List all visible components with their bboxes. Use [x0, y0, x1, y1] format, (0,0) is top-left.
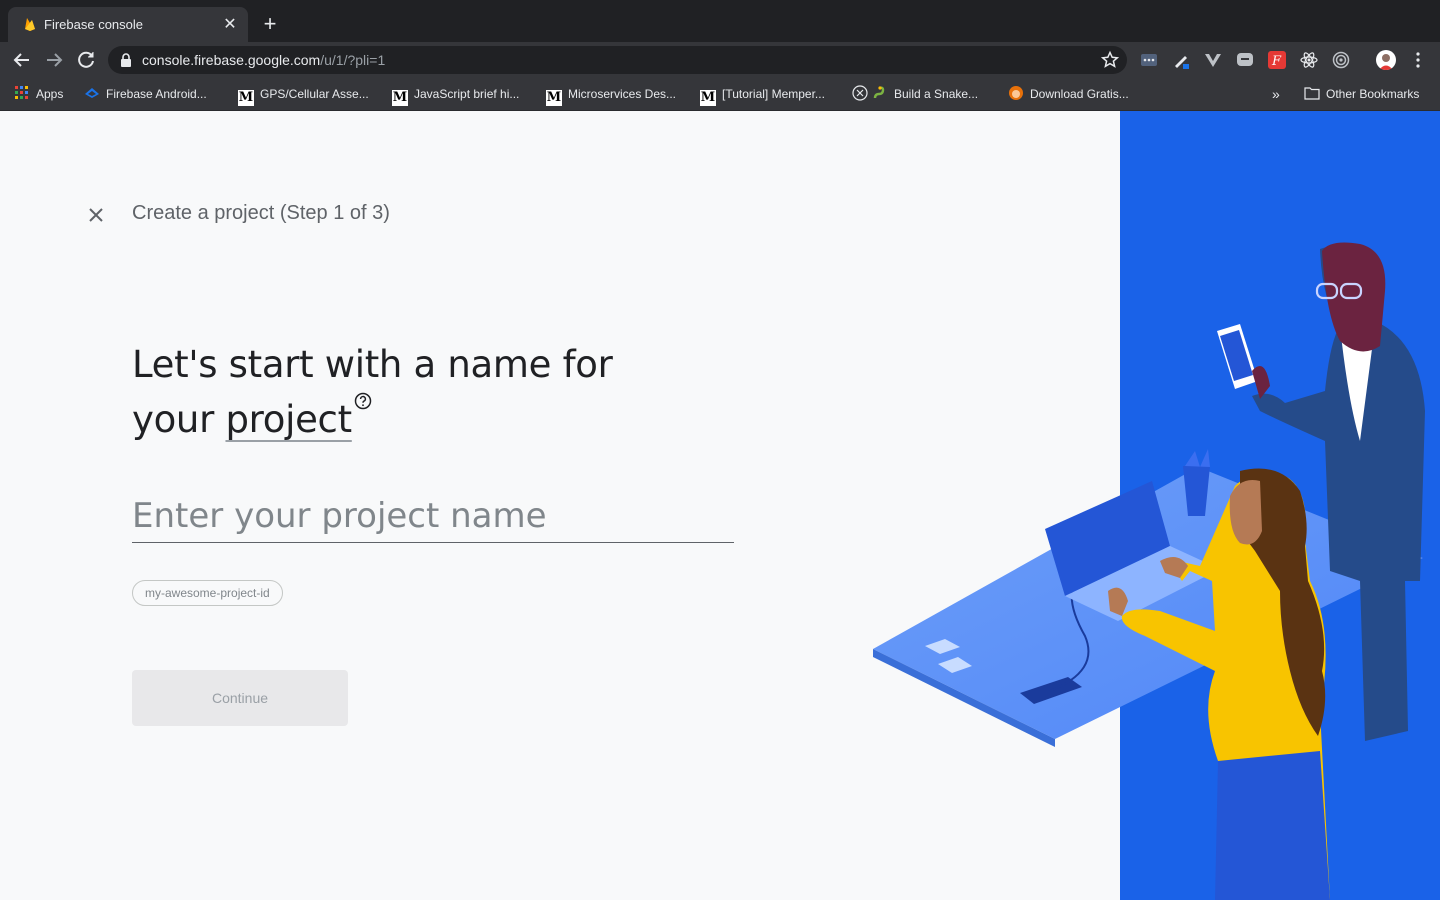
- bookmark-label: Apps: [36, 87, 64, 101]
- snake-icon: [873, 86, 885, 99]
- extension-dots-icon[interactable]: [1140, 51, 1158, 69]
- create-project-page: Create a project (Step 1 of 3) Let's sta…: [0, 111, 1440, 900]
- pen-extension-icon[interactable]: [1172, 51, 1190, 69]
- bookmark-label: Microservices Des...: [568, 87, 677, 101]
- bookmarks-overflow-chevron-icon[interactable]: »: [1272, 85, 1280, 103]
- forward-arrow-icon[interactable]: [42, 48, 66, 72]
- browser-toolbar: console.firebase.google.com/u/1/?pli=1 F: [0, 42, 1440, 78]
- bookmark-gps-cellular[interactable]: M GPS/Cellular Asse...: [238, 85, 369, 106]
- bookmark-label: Download Gratis...: [1030, 87, 1129, 101]
- close-icon[interactable]: [84, 203, 108, 227]
- page-headline: Let's start with a name for your project: [132, 338, 732, 447]
- other-bookmarks-label: Other Bookmarks: [1326, 87, 1420, 101]
- new-tab-button[interactable]: +: [259, 13, 281, 35]
- bookmark-label: GPS/Cellular Asse...: [260, 87, 369, 101]
- bookmark-firebase-android[interactable]: Firebase Android...: [84, 85, 207, 103]
- lock-icon: [121, 53, 131, 67]
- bookmark-download-gratis[interactable]: Download Gratis...: [1008, 85, 1129, 103]
- other-bookmarks-folder[interactable]: Other Bookmarks: [1304, 85, 1419, 103]
- profile-avatar[interactable]: [1376, 50, 1396, 70]
- bookmark-label: [Tutorial] Memper...: [722, 87, 825, 101]
- continue-button[interactable]: Continue: [132, 670, 348, 726]
- back-arrow-icon[interactable]: [10, 48, 34, 72]
- step-title: Create a project (Step 1 of 3): [132, 202, 390, 224]
- bookmark-label: JavaScript brief hi...: [414, 87, 520, 101]
- monkey-site-icon: [1009, 86, 1023, 100]
- bookmark-microservices[interactable]: M Microservices Des...: [546, 85, 677, 106]
- medium-icon: M: [700, 90, 716, 106]
- project-term-link[interactable]: project: [225, 398, 352, 441]
- bookmarks-bar: Apps Firebase Android... M GPS/Cellular A…: [0, 78, 1440, 111]
- apps-grid-icon: [15, 86, 28, 99]
- bookmark-star-icon[interactable]: [1100, 50, 1120, 70]
- headline-line1: Let's start with a name for: [132, 343, 613, 386]
- address-bar[interactable]: console.firebase.google.com/u/1/?pli=1: [108, 46, 1127, 74]
- headline-line2: your: [132, 398, 226, 441]
- bookmark-build-snake[interactable]: Build a Snake...: [852, 85, 978, 103]
- medium-icon: M: [546, 90, 562, 106]
- medium-icon: M: [238, 90, 254, 106]
- folder-icon: [1304, 87, 1320, 100]
- url-text: console.firebase.google.com/u/1/?pli=1: [142, 52, 385, 68]
- tab-title: Firebase console: [44, 17, 143, 32]
- android-dev-icon: [85, 88, 99, 98]
- url-domain: console.firebase.google.com: [142, 52, 321, 68]
- project-name-input[interactable]: [132, 489, 734, 543]
- font-extension-icon[interactable]: F: [1268, 51, 1286, 69]
- chat-extension-icon[interactable]: [1236, 51, 1254, 69]
- bookmark-apps[interactable]: Apps: [14, 85, 63, 103]
- bookmark-label: Build a Snake...: [894, 87, 979, 101]
- svg-text:F: F: [1271, 54, 1282, 69]
- avatar-icon: [1379, 54, 1393, 70]
- developers-desk-illustration: [873, 242, 1425, 900]
- project-id-chip[interactable]: my-awesome-project-id: [132, 580, 283, 606]
- firebase-favicon-icon: [25, 18, 35, 31]
- medium-icon: M: [392, 90, 408, 106]
- vue-devtools-icon[interactable]: [1204, 51, 1222, 69]
- tab-close-icon[interactable]: ✕: [221, 16, 239, 34]
- target-extension-icon[interactable]: [1332, 51, 1350, 69]
- tab-strip: Firebase console ✕ +: [0, 0, 1440, 42]
- url-path: /u/1/?pli=1: [320, 52, 386, 68]
- reload-icon[interactable]: [74, 48, 98, 72]
- bookmark-label: Firebase Android...: [106, 87, 207, 101]
- chrome-menu-icon[interactable]: [1410, 51, 1426, 69]
- react-devtools-icon[interactable]: [1300, 51, 1318, 69]
- help-circle-icon[interactable]: [354, 392, 372, 410]
- bookmark-tutorial-memper[interactable]: M [Tutorial] Memper...: [700, 85, 825, 106]
- circle-x-icon: [852, 85, 868, 101]
- tab-firebase-console[interactable]: Firebase console ✕: [8, 7, 248, 42]
- bookmark-javascript-brief[interactable]: M JavaScript brief hi...: [392, 85, 520, 106]
